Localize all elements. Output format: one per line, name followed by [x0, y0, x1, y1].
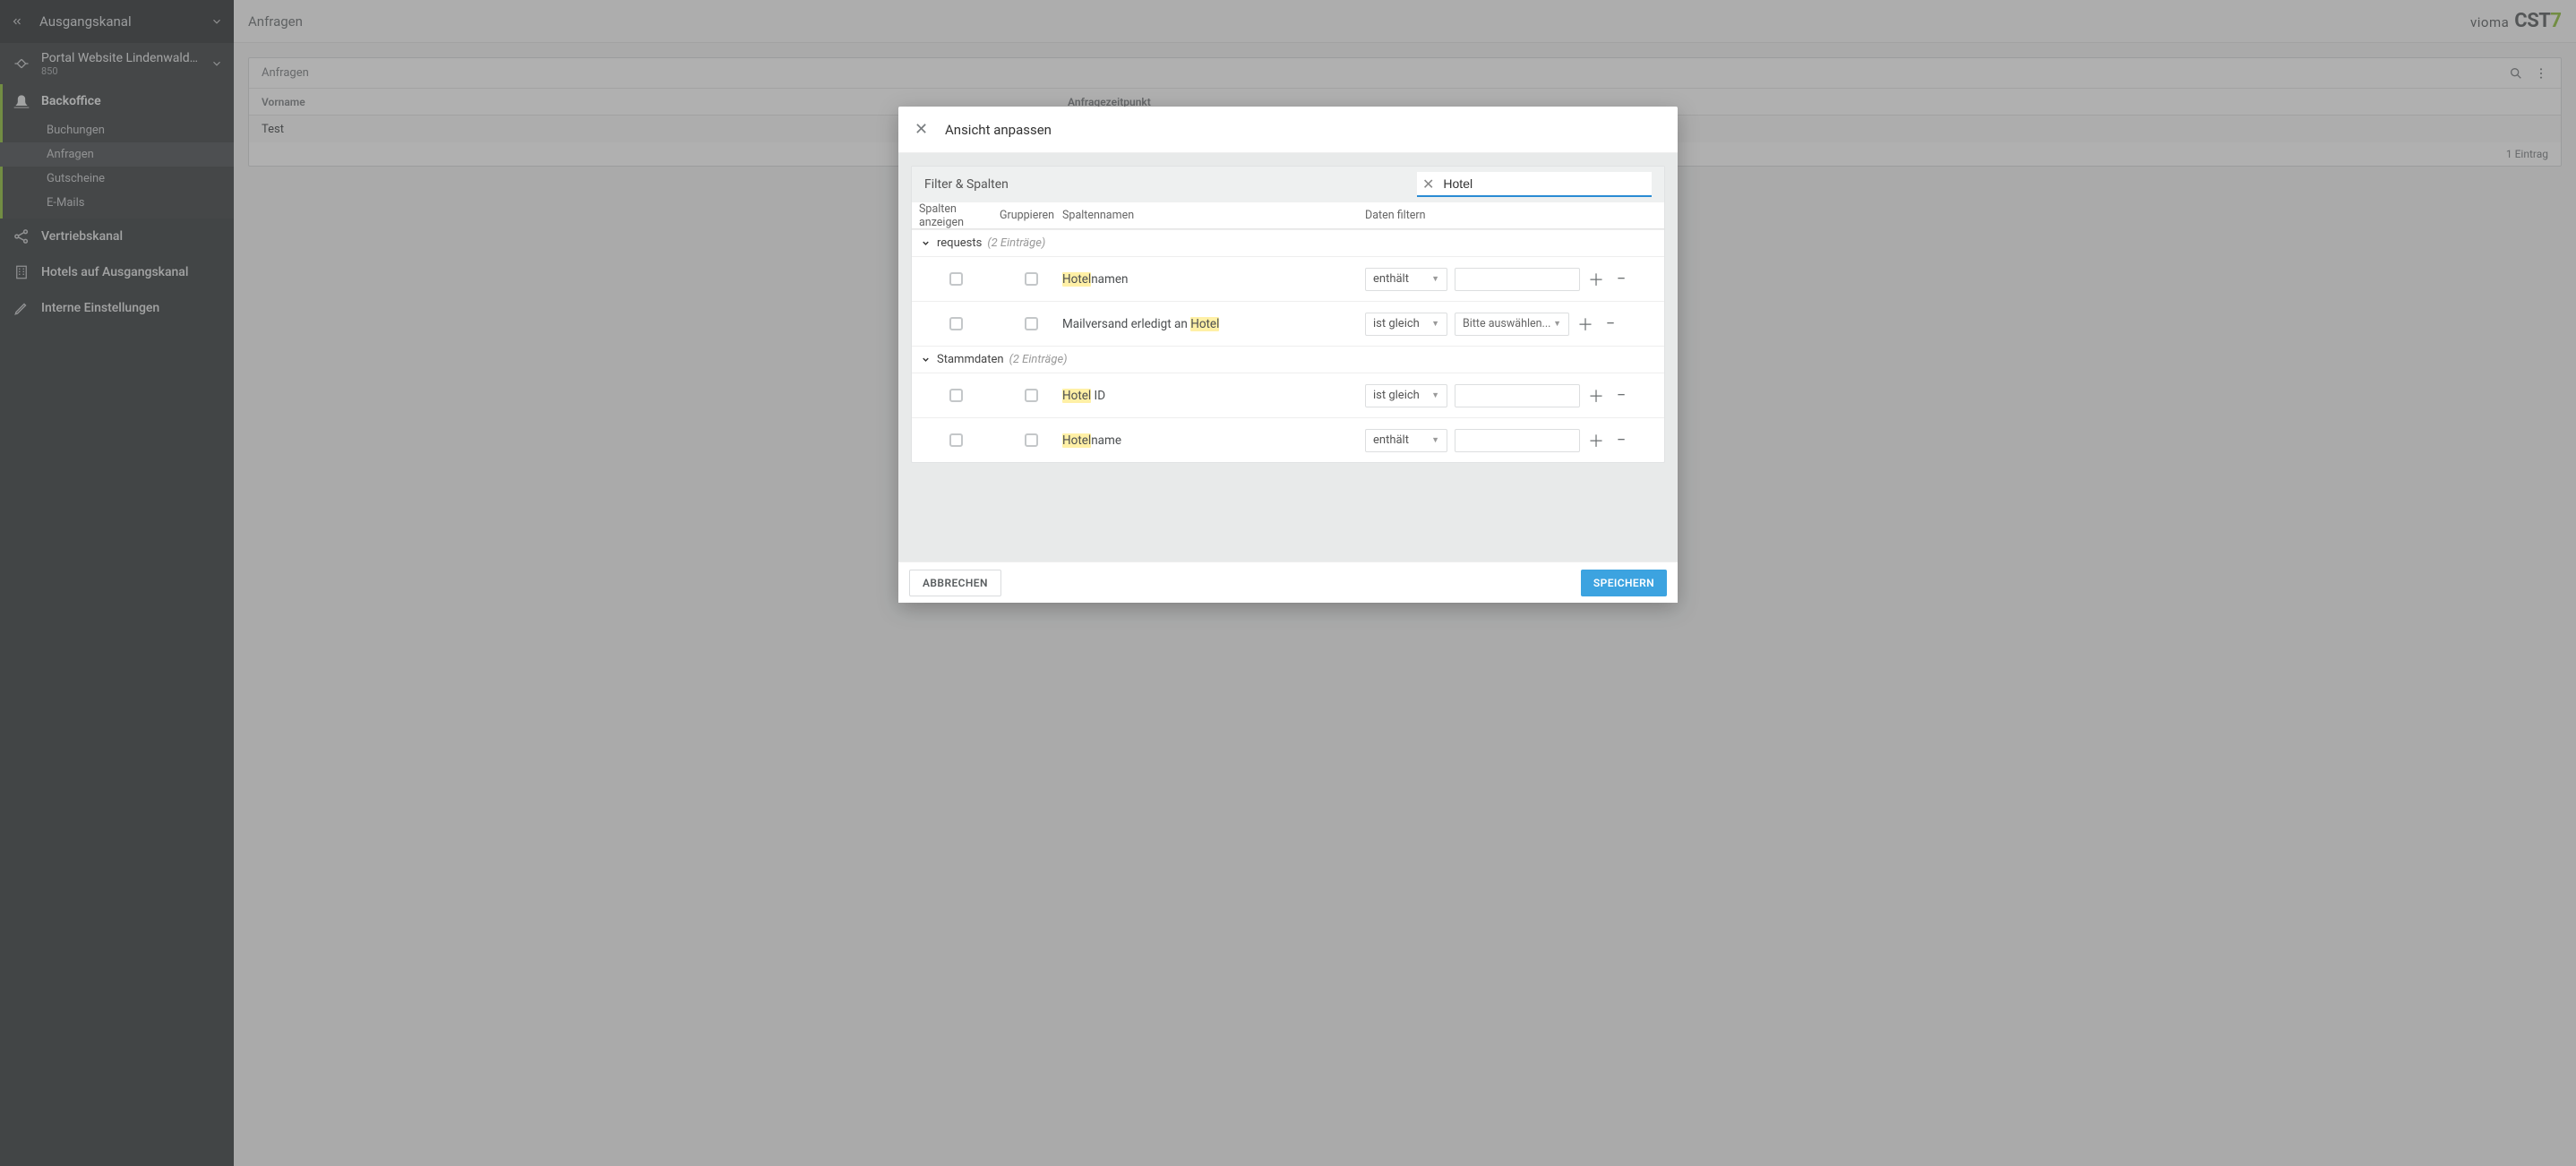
add-filter-icon[interactable]: ＋ — [1576, 315, 1594, 333]
add-filter-icon[interactable]: ＋ — [1587, 270, 1605, 288]
operator-select[interactable]: ist gleich▼ — [1365, 384, 1447, 407]
column-name: Hotel ID — [1062, 389, 1365, 403]
search-input[interactable] — [1443, 176, 1646, 191]
operator-select[interactable]: ist gleich▼ — [1365, 313, 1447, 336]
add-filter-icon[interactable]: ＋ — [1587, 387, 1605, 405]
panel-title: Filter & Spalten — [924, 177, 1009, 192]
remove-filter-icon[interactable]: − — [1612, 270, 1630, 288]
filter-value-input[interactable] — [1455, 429, 1580, 452]
clear-search-icon[interactable]: ✕ — [1422, 176, 1434, 193]
filter-value-select[interactable]: Bitte auswählen...▼ — [1455, 313, 1569, 336]
filter-row: Mailversand erledigt an Hotel ist gleich… — [912, 301, 1664, 346]
filter-row: Hotel ID ist gleich▼ ＋ − — [912, 373, 1664, 417]
modal-footer: ABBRECHEN SPEICHERN — [898, 562, 1678, 603]
column-name: Hotelname — [1062, 433, 1365, 448]
modal-title: Ansicht anpassen — [945, 122, 1052, 138]
operator-select[interactable]: enthält▼ — [1365, 268, 1447, 291]
remove-filter-icon[interactable]: − — [1612, 387, 1630, 405]
remove-filter-icon[interactable]: − — [1601, 315, 1619, 333]
show-column-checkbox[interactable] — [949, 317, 963, 330]
add-filter-icon[interactable]: ＋ — [1587, 432, 1605, 450]
column-headers: Spalten anzeigen Gruppieren Spaltennamen… — [912, 202, 1664, 229]
filter-panel: Filter & Spalten ✕ Spalten anzeigen Grup… — [911, 166, 1665, 463]
modal-ansicht-anpassen: ✕ Ansicht anpassen Filter & Spalten ✕ Sp… — [898, 107, 1678, 603]
group-checkbox[interactable] — [1025, 272, 1038, 286]
column-name: Mailversand erledigt an Hotel — [1062, 317, 1365, 331]
chevron-down-icon — [921, 238, 937, 248]
filter-row: Hotelnamen enthält▼ ＋ − — [912, 256, 1664, 301]
show-column-checkbox[interactable] — [949, 389, 963, 402]
group-header-stammdaten[interactable]: Stammdaten (2 Einträge) — [912, 346, 1664, 373]
filter-value-input[interactable] — [1455, 384, 1580, 407]
remove-filter-icon[interactable]: − — [1612, 432, 1630, 450]
close-icon[interactable]: ✕ — [914, 120, 932, 139]
chevron-down-icon — [921, 355, 937, 364]
filter-row: Hotelname enthält▼ ＋ − — [912, 417, 1664, 462]
group-checkbox[interactable] — [1025, 389, 1038, 402]
group-checkbox[interactable] — [1025, 433, 1038, 447]
filter-value-input[interactable] — [1455, 268, 1580, 291]
group-header-requests[interactable]: requests (2 Einträge) — [912, 229, 1664, 256]
panel-search: ✕ — [1417, 172, 1652, 197]
column-name: Hotelnamen — [1062, 272, 1365, 287]
cancel-button[interactable]: ABBRECHEN — [909, 570, 1001, 596]
show-column-checkbox[interactable] — [949, 272, 963, 286]
operator-select[interactable]: enthält▼ — [1365, 429, 1447, 452]
group-checkbox[interactable] — [1025, 317, 1038, 330]
save-button[interactable]: SPEICHERN — [1581, 570, 1667, 596]
show-column-checkbox[interactable] — [949, 433, 963, 447]
